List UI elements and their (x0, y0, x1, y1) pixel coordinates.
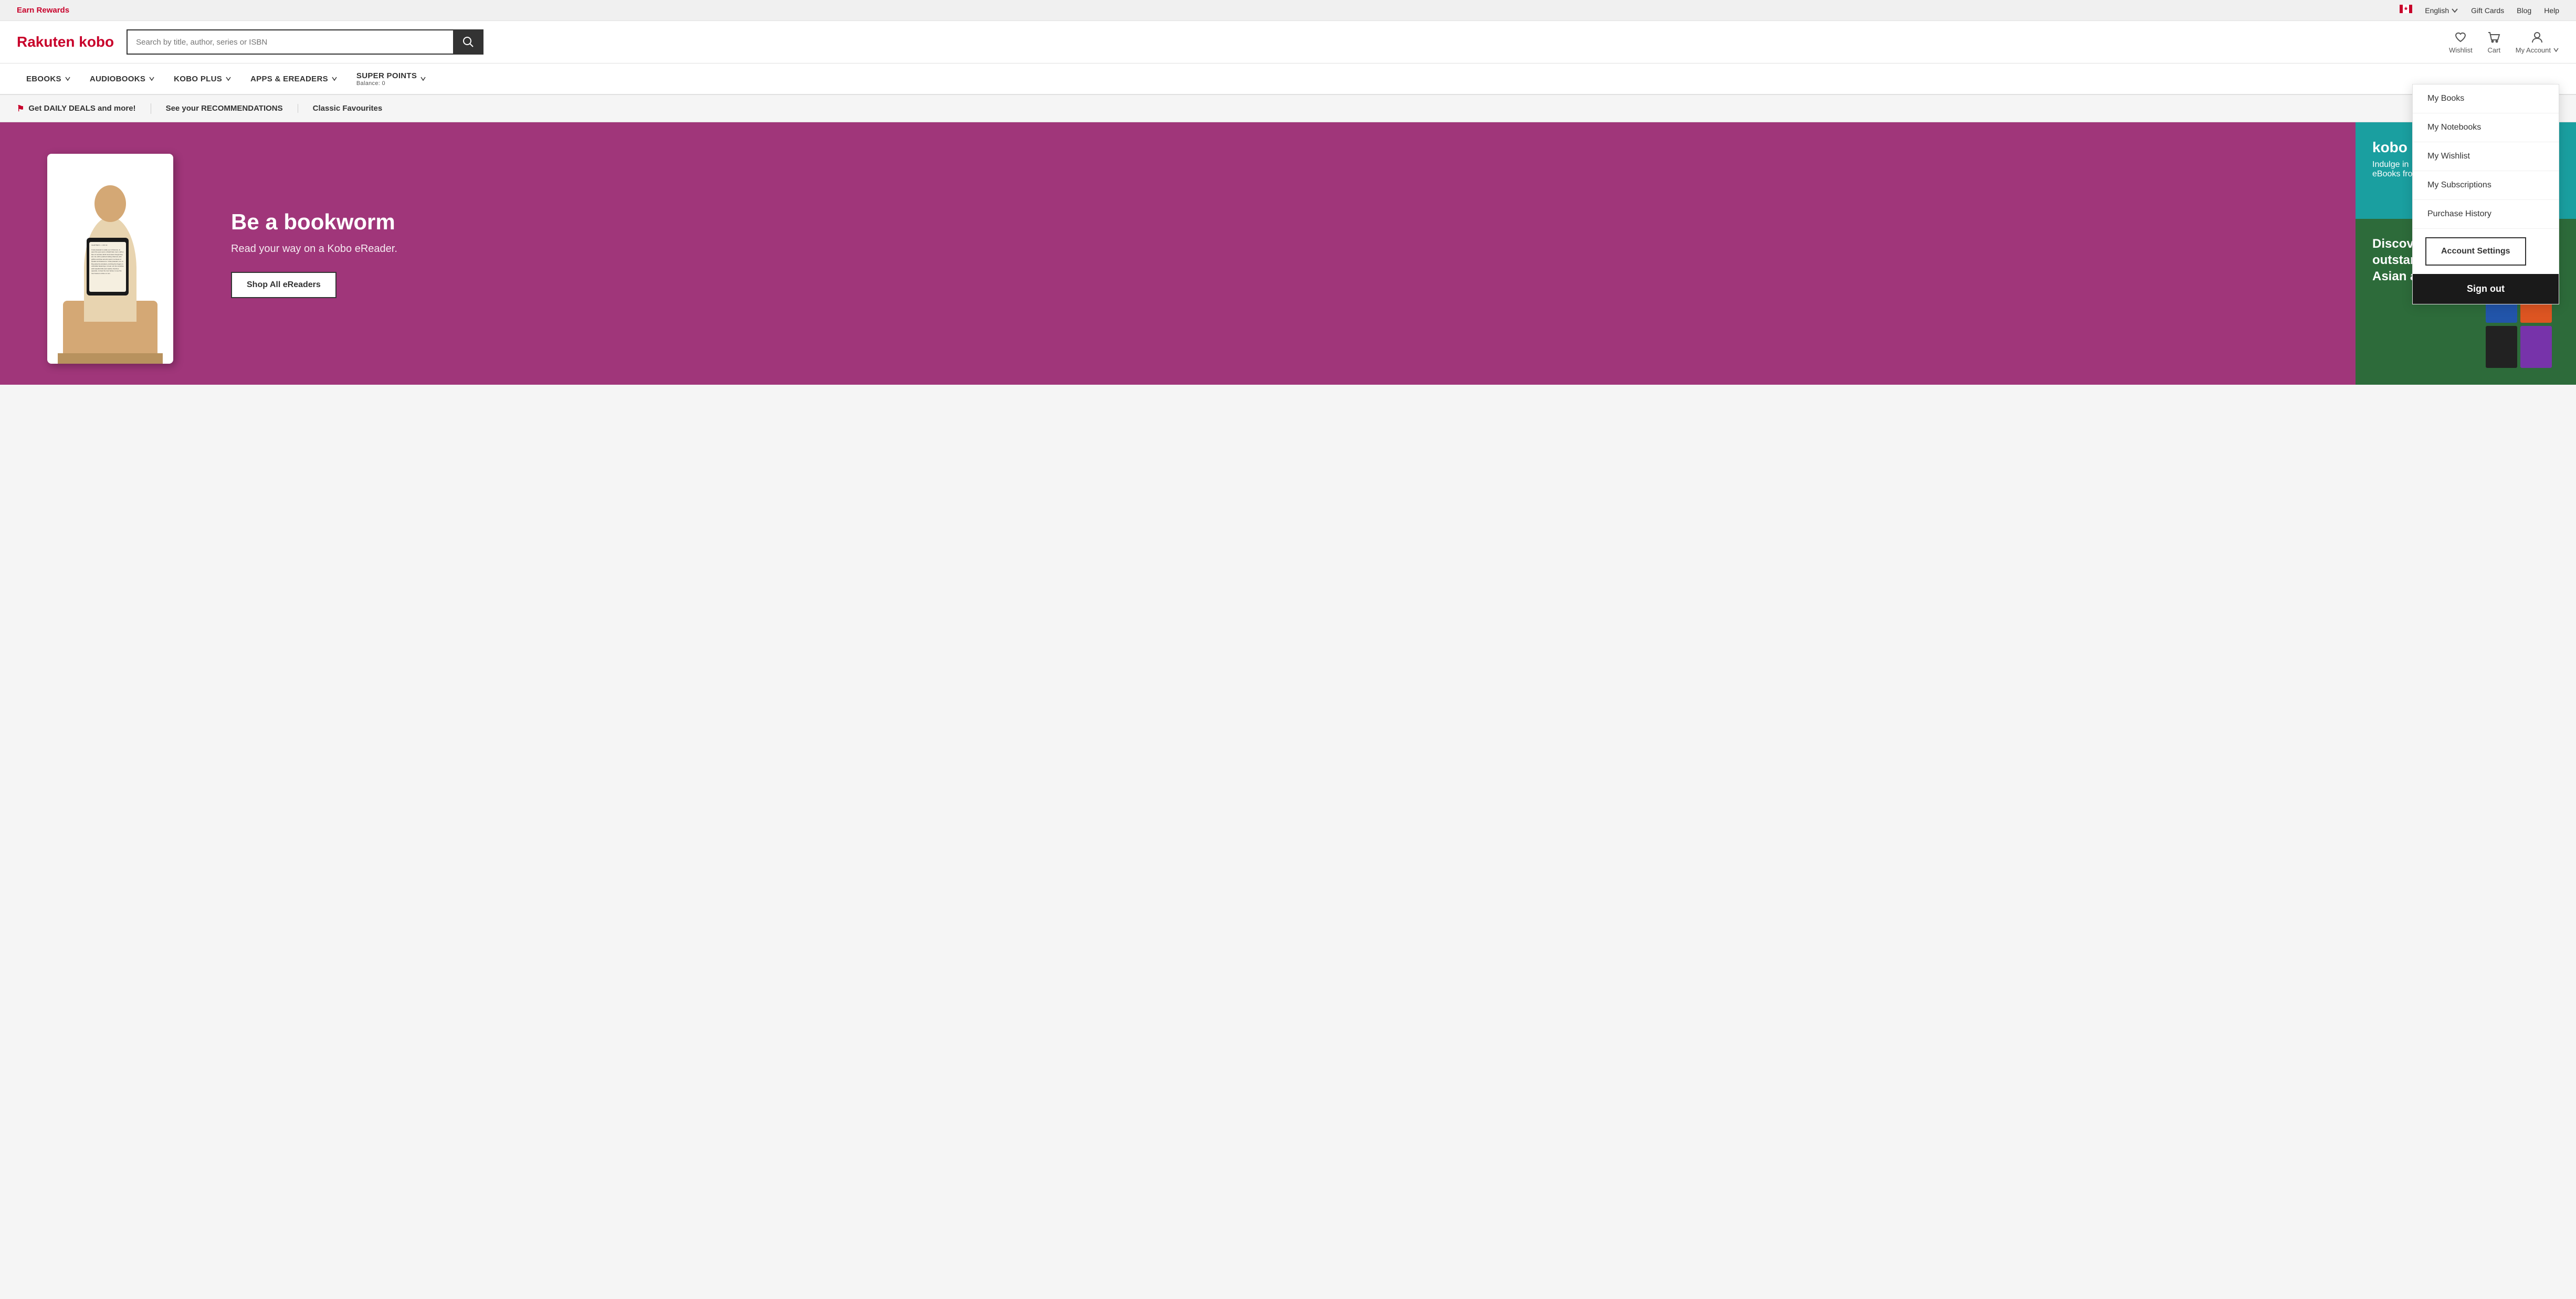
book-cover-5 (2486, 326, 2517, 368)
shop-all-ereaders-button[interactable]: Shop All eReaders (231, 272, 337, 298)
wishlist-label: Wishlist (2449, 46, 2473, 54)
nav-audiobooks[interactable]: AUDIOBOOKS (80, 64, 164, 94)
nav-kobo-plus-label: KOBO PLUS (174, 75, 222, 83)
super-points-chevron-icon (420, 76, 426, 82)
search-button[interactable] (453, 29, 483, 55)
nav-super-points-label: SUPER POINTS (356, 71, 417, 80)
nav-bar: eBOOKS AUDIOBOOKS KOBO PLUS APPS & eREAD… (0, 64, 2576, 95)
nav-apps-ereaders[interactable]: APPS & eREADERS (241, 64, 347, 94)
super-points-balance: Balance: 0 (356, 80, 417, 87)
promo-bar: ⚑ Get DAILY DEALS and more! See your REC… (0, 95, 2576, 122)
account-dropdown: My Books My Notebooks My Wishlist My Sub… (2412, 84, 2559, 304)
promo-daily-deals-text: Get DAILY DEALS and more! (28, 104, 135, 113)
wishlist-link[interactable]: Wishlist (2449, 30, 2473, 54)
hero-banner: CHAPTER 9 - 1 OF 19It was pleasant to wa… (0, 122, 2356, 385)
hero-device-container: CHAPTER 9 - 1 OF 19It was pleasant to wa… (21, 143, 220, 364)
earn-rewards-link[interactable]: Earn Rewards (17, 6, 69, 15)
flag-promo-icon: ⚑ (17, 103, 24, 114)
kobo-plus-chevron-icon (225, 76, 232, 82)
top-bar: Earn Rewards English Gift Cards Blog Hel… (0, 0, 2576, 21)
blog-link[interactable]: Blog (2517, 6, 2531, 15)
canada-flag-icon (2400, 5, 2412, 16)
dropdown-my-subscriptions[interactable]: My Subscriptions (2413, 171, 2559, 200)
language-label: English (2425, 6, 2449, 15)
promo-recommendations-text: See your RECOMMENDATIONS (166, 104, 283, 113)
cart-icon (2487, 30, 2501, 44)
dropdown-purchase-history[interactable]: Purchase History (2413, 200, 2559, 229)
sign-out-button[interactable]: Sign out (2413, 274, 2559, 304)
account-chevron-icon (2553, 47, 2559, 53)
language-selector[interactable]: English (2425, 6, 2458, 15)
header-actions: Wishlist Cart My Account (2449, 30, 2559, 54)
nav-kobo-plus[interactable]: KOBO PLUS (164, 64, 241, 94)
hero-subtitle: Read your way on a Kobo eReader. (231, 243, 2335, 255)
promo-daily-deals[interactable]: ⚑ Get DAILY DEALS and more! (17, 103, 151, 114)
search-input[interactable] (127, 29, 453, 55)
nav-apps-ereaders-label: APPS & eREADERS (250, 75, 328, 83)
book-cover-6 (2520, 326, 2552, 368)
audiobooks-chevron-icon (149, 76, 155, 82)
nav-audiobooks-label: AUDIOBOOKS (90, 75, 145, 83)
cart-link[interactable]: Cart (2487, 30, 2501, 54)
ebooks-chevron-icon (65, 76, 71, 82)
search-bar (127, 29, 483, 55)
nav-ebooks-label: eBOOKS (26, 75, 61, 83)
heart-icon (2454, 30, 2467, 44)
logo-rakuten: Rakuten (17, 34, 75, 50)
user-icon (2530, 30, 2544, 44)
dropdown-my-notebooks[interactable]: My Notebooks (2413, 113, 2559, 142)
logo-link[interactable]: Rakuten kobo (17, 34, 114, 50)
dropdown-my-wishlist[interactable]: My Wishlist (2413, 142, 2559, 171)
logo-kobo: kobo (75, 34, 114, 50)
promo-classic-favourites[interactable]: Classic Favourites (298, 104, 397, 113)
my-account-button[interactable]: My Account (2516, 30, 2559, 54)
header: Rakuten kobo Wishlist Cart (0, 21, 2576, 64)
hero-text: Be a bookworm Read your way on a Kobo eR… (220, 209, 2335, 298)
promo-recommendations[interactable]: See your RECOMMENDATIONS (151, 104, 298, 113)
hero-title: Be a bookworm (231, 209, 2335, 235)
account-settings-button[interactable]: Account Settings (2425, 237, 2526, 266)
top-bar-left: Earn Rewards (17, 6, 69, 15)
help-link[interactable]: Help (2544, 6, 2559, 15)
apps-chevron-icon (331, 76, 338, 82)
top-bar-right: English Gift Cards Blog Help (2400, 5, 2559, 16)
gift-cards-link[interactable]: Gift Cards (2471, 6, 2504, 15)
nav-ebooks[interactable]: eBOOKS (17, 64, 80, 94)
nav-super-points[interactable]: SUPER POINTS Balance: 0 (347, 64, 436, 94)
dropdown-my-books[interactable]: My Books (2413, 85, 2559, 113)
cart-label: Cart (2488, 46, 2501, 54)
my-account-label: My Account (2516, 46, 2551, 54)
search-icon (462, 36, 474, 48)
promo-classic-favourites-text: Classic Favourites (313, 104, 383, 113)
main-content: CHAPTER 9 - 1 OF 19It was pleasant to wa… (0, 122, 2576, 385)
